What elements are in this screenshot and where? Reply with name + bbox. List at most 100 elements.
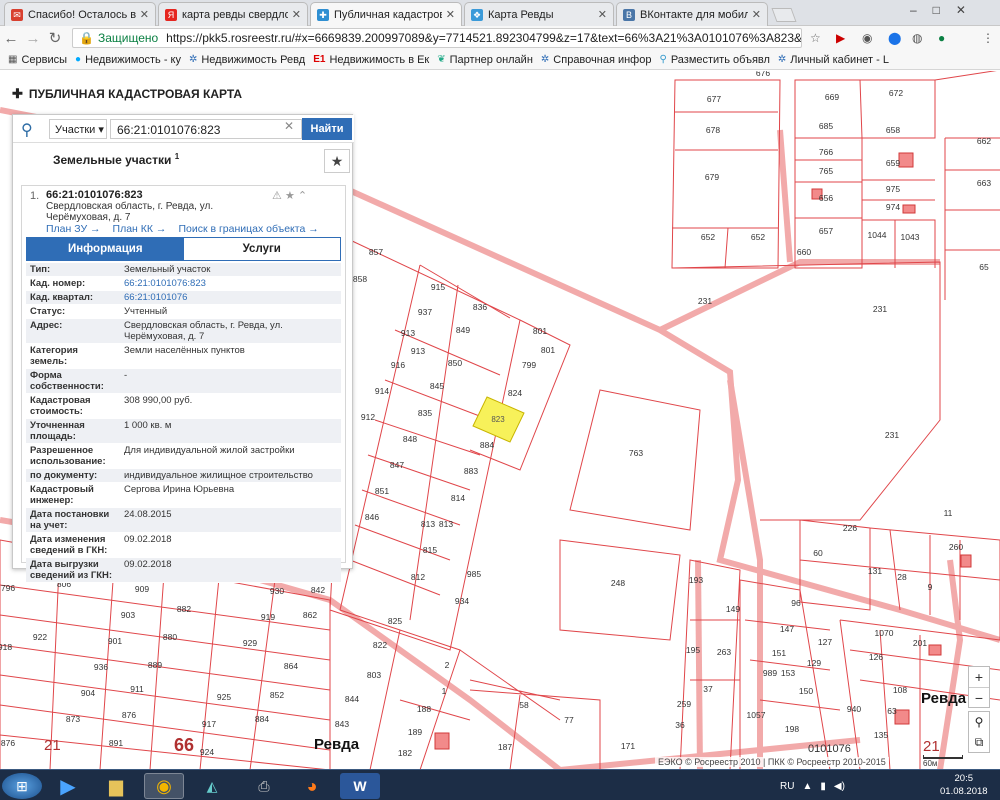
parcel-number[interactable]: 929 <box>243 638 257 648</box>
bookmark-reference[interactable]: ✲ Справочная инфор <box>541 54 652 66</box>
clear-icon[interactable]: ✕ <box>284 119 294 133</box>
parcel-number[interactable]: 880 <box>163 632 177 642</box>
parcel-number[interactable]: 913 <box>401 328 415 338</box>
chrome-icon[interactable]: ◉ <box>144 773 184 799</box>
extension-icon[interactable]: ● <box>938 31 945 45</box>
browser-tab-yandex[interactable]: Я карта ревды свердловск ✕ <box>158 2 308 26</box>
parcel-number[interactable]: 60 <box>813 548 823 558</box>
parcel-number[interactable]: 658 <box>886 125 900 135</box>
link-plan-kk[interactable]: План КК → <box>113 223 167 235</box>
parcel-number[interactable]: 934 <box>455 596 469 606</box>
parcel-number[interactable]: 153 <box>781 668 795 678</box>
parcel-number[interactable]: 657 <box>819 226 833 236</box>
parcel-number[interactable]: 922 <box>33 632 47 642</box>
parcel-number[interactable]: 652 <box>701 232 715 242</box>
favorites-button[interactable]: ★ <box>324 149 350 173</box>
parcel-number[interactable]: 917 <box>202 719 216 729</box>
parcel-number[interactable]: 149 <box>726 604 740 614</box>
parcel-number[interactable]: 188 <box>417 704 431 714</box>
parcel-number[interactable]: 129 <box>807 658 821 668</box>
attribute-value[interactable]: 66:21:0101076 <box>120 291 341 304</box>
parcel-number[interactable]: 260 <box>949 542 963 552</box>
parcel-number[interactable]: 198 <box>785 724 799 734</box>
parcel-number[interactable]: 248 <box>611 578 625 588</box>
parcel-number[interactable]: 189 <box>408 727 422 737</box>
bookmark-avito[interactable]: ● Недвижимость - ку <box>75 54 181 66</box>
layers-control[interactable]: ⚲ ⧉ <box>968 711 990 753</box>
parcel-number[interactable]: 763 <box>629 448 643 458</box>
photo-icon[interactable]: ◭ <box>192 773 232 799</box>
parcel-number[interactable]: 37 <box>703 684 713 694</box>
parcel-number[interactable]: 919 <box>261 612 275 622</box>
parcel-number[interactable]: 845 <box>430 381 444 391</box>
parcel-number[interactable]: 803 <box>367 670 381 680</box>
parcel-number[interactable]: 862 <box>303 610 317 620</box>
parcel-number[interactable]: 1070 <box>875 628 894 638</box>
parcel-number[interactable]: 259 <box>677 699 691 709</box>
browser-tab-revda-map[interactable]: ❖ Карта Ревды ✕ <box>464 2 614 26</box>
search-button[interactable]: Найти <box>302 118 352 140</box>
browser-tab-rosreestr[interactable]: ✚ Публичная кадастровая ✕ <box>310 2 462 26</box>
parcel-number[interactable]: 815 <box>423 545 437 555</box>
parcel-number[interactable]: 151 <box>772 648 786 658</box>
media-player-icon[interactable]: ▶ <box>48 773 88 799</box>
bookmark-services[interactable]: ▦ Сервисы <box>8 54 67 66</box>
bookmark-cabinet[interactable]: ✲ Личный кабинет - L <box>778 54 889 66</box>
zoom-in-button[interactable]: + <box>969 667 989 687</box>
network-icon[interactable]: ▮ <box>820 781 826 792</box>
parcel-number[interactable]: 975 <box>886 184 900 194</box>
parcel-number[interactable]: 679 <box>705 172 719 182</box>
parcel-number[interactable]: 909 <box>135 584 149 594</box>
parcel-number[interactable]: 65 <box>979 262 989 272</box>
parcel-number[interactable]: 884 <box>255 714 269 724</box>
parcel-number[interactable]: 1057 <box>747 710 766 720</box>
forward-icon[interactable]: → <box>22 30 44 47</box>
chevron-up-icon[interactable]: ⌃ <box>298 190 307 202</box>
browser-tab-vk[interactable]: В ВКонтакте для мобильн ✕ <box>616 2 768 26</box>
close-icon[interactable]: ✕ <box>446 8 455 21</box>
extension-icon[interactable]: ◍ <box>912 31 922 45</box>
close-icon[interactable]: ✕ <box>598 8 607 21</box>
parcel-number[interactable]: 131 <box>868 566 882 576</box>
parcel-number[interactable]: 662 <box>977 136 991 146</box>
reload-icon[interactable]: ↻ <box>44 29 66 47</box>
parcel-number[interactable]: 974 <box>886 202 900 212</box>
printer-icon[interactable]: ⎙ <box>244 773 284 799</box>
parcel-number[interactable]: 911 <box>130 684 144 694</box>
parcel-number[interactable]: 851 <box>375 486 389 496</box>
parcel-number[interactable]: 916 <box>391 360 405 370</box>
parcel-number[interactable]: 77 <box>564 715 574 725</box>
parcel-number[interactable]: 876 <box>122 710 136 720</box>
parcel-number[interactable]: 814 <box>451 493 465 503</box>
back-icon[interactable]: ← <box>0 30 22 47</box>
language-indicator[interactable]: RU <box>780 781 794 792</box>
tab-services[interactable]: Услуги <box>183 238 340 260</box>
search-input[interactable]: 66:21:0101076:823 <box>110 119 302 139</box>
bookmark-star-icon[interactable]: ☆ <box>810 31 821 45</box>
bookmark-post-ad[interactable]: ⚲ Разместить объявл <box>659 54 769 66</box>
link-plan-zu[interactable]: План ЗУ → <box>46 223 101 235</box>
parcel-number[interactable]: 883 <box>464 466 478 476</box>
parcel-number[interactable]: 1044 <box>868 230 887 240</box>
parcel-number[interactable]: 813 <box>421 519 435 529</box>
extension-icon[interactable]: ◉ <box>862 31 872 45</box>
parcel-number[interactable]: 924 <box>200 747 214 757</box>
parcel-number[interactable]: 822 <box>373 640 387 650</box>
parcel-number[interactable]: 226 <box>843 523 857 533</box>
close-icon[interactable]: ✕ <box>752 8 761 21</box>
parcel-number[interactable]: 849 <box>456 325 470 335</box>
tab-information[interactable]: Информация <box>27 238 184 260</box>
attribute-value[interactable]: 66:21:0101076:823 <box>120 277 341 290</box>
volume-icon[interactable]: ◀) <box>834 781 845 792</box>
parcel-number[interactable]: 231 <box>873 304 887 314</box>
parcel-number[interactable]: 765 <box>819 166 833 176</box>
parcel-number[interactable]: 913 <box>411 346 425 356</box>
parcel-number[interactable]: 182 <box>398 748 412 758</box>
parcel-number[interactable]: 193 <box>689 575 703 585</box>
result-cadnum[interactable]: 66:21:0101076:823 <box>46 189 143 201</box>
parcel-number[interactable]: 685 <box>819 121 833 131</box>
extension-icon[interactable]: ⬤ <box>888 31 901 45</box>
parcel-number[interactable]: 201 <box>913 638 927 648</box>
parcel-number[interactable]: 195 <box>686 645 700 655</box>
zoom-out-button[interactable]: − <box>969 687 989 707</box>
